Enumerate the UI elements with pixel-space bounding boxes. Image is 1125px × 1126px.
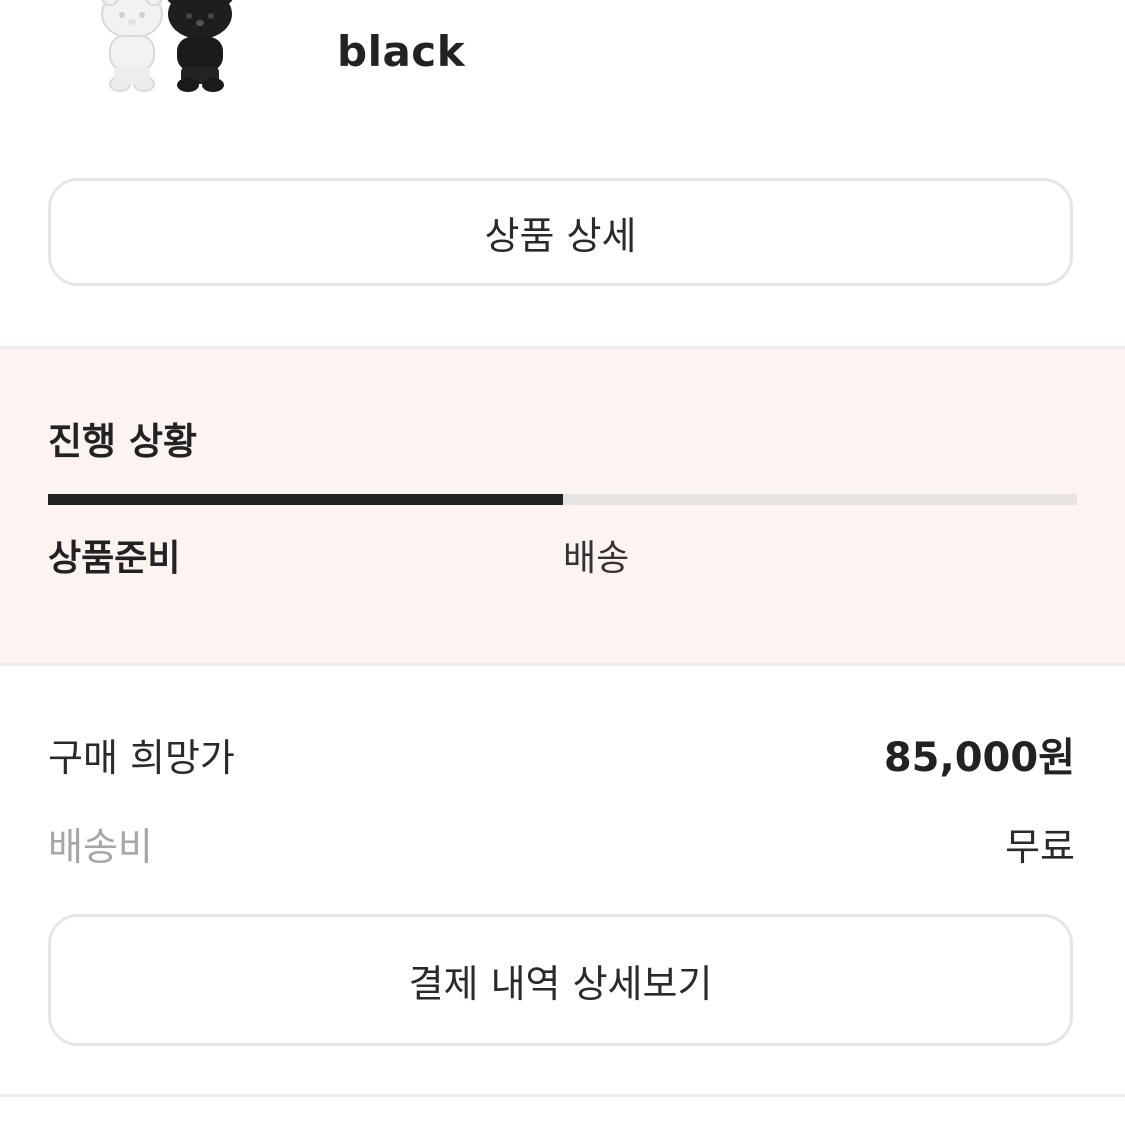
payment-detail-button[interactable]: 결제 내역 상세보기	[48, 914, 1073, 1046]
section-divider	[0, 1094, 1125, 1097]
price-label: 구매 희망가	[48, 735, 235, 780]
price-row: 구매 희망가 85,000원	[48, 726, 1075, 782]
progress-track-fill	[48, 494, 563, 505]
step-label-preparing: 상품준비	[48, 538, 181, 579]
shipping-value: 무료	[1005, 824, 1075, 869]
progress-title: 진행 상황	[48, 420, 198, 463]
progress-track	[48, 494, 1077, 505]
product-summary: black	[0, 0, 1125, 110]
progress-section: 진행 상황 상품준비 배송	[0, 346, 1125, 666]
step-label-shipping: 배송	[563, 538, 630, 579]
white-plush-image	[101, 0, 163, 92]
product-detail-button[interactable]: 상품 상세	[48, 178, 1073, 286]
shipping-label: 배송비	[48, 824, 153, 869]
product-option-text: black	[337, 27, 466, 76]
price-value: 85,000원	[883, 735, 1075, 781]
black-plush-image	[167, 0, 233, 92]
product-thumbnail	[101, 0, 233, 92]
shipping-row: 배송비 무료	[48, 815, 1075, 871]
